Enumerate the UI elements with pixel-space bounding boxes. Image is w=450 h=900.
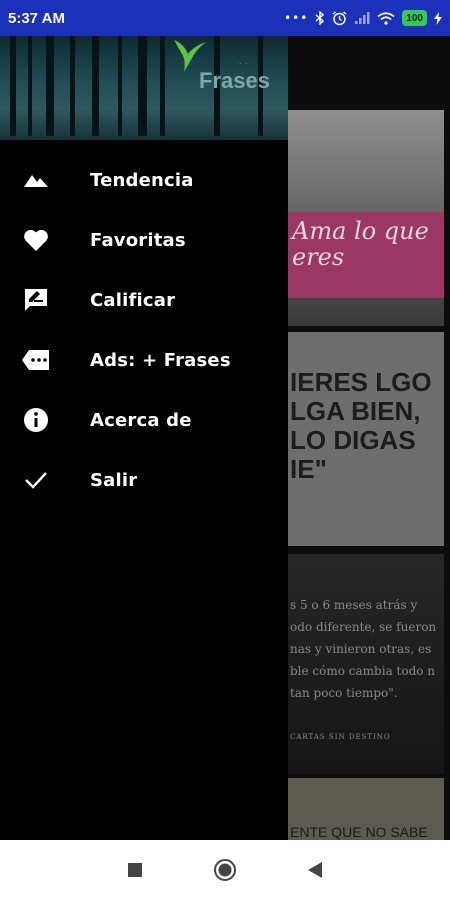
quote-card[interactable]: Ama lo que eres [288,110,444,326]
rate-review-icon [20,284,52,316]
menu-item-label: Favoritas [90,229,186,251]
menu-item-acerca-de[interactable]: Acerca de [0,390,288,450]
header-tree [28,36,32,136]
menu-item-favoritas[interactable]: Favoritas [0,210,288,270]
menu-item-salir[interactable]: Salir [0,450,288,510]
ads-tag-icon [20,344,52,376]
menu-item-label: Acerca de [90,409,192,431]
header-tree [138,36,147,136]
status-bar: 5:37 AM ••• 100 [0,0,450,36]
quote-card-text: IERES LGO LGA BIEN, LO DIGAS IE" [290,367,432,484]
check-icon [20,464,52,496]
battery-icon: 100 [402,10,427,26]
header-tree [92,36,99,136]
back-button[interactable] [295,850,335,890]
home-icon [214,859,236,881]
alarm-icon [332,10,347,25]
navigation-drawer: · · Frases Tendencia Favoritas Calificar [0,36,288,840]
info-icon [20,404,52,436]
charging-icon [434,11,442,25]
menu-item-label: Tendencia [90,169,194,191]
quote-card[interactable]: s 5 o 6 meses atrás y odo diferente, se … [288,554,444,774]
drawer-menu: Tendencia Favoritas Calificar Ads: + Fra… [0,150,288,510]
quotes-feed[interactable]: Ama lo que eres IERES LGO LGA BIEN, LO D… [288,36,450,840]
menu-item-label: Calificar [90,289,176,311]
menu-item-label: Ads: + Frases [90,349,231,371]
bluetooth-icon [315,11,325,25]
menu-item-ads-frases[interactable]: Ads: + Frases [0,330,288,390]
header-tree [70,36,75,136]
header-logo-text: Frases [199,68,270,93]
header-tree [10,36,16,136]
status-icons: ••• 100 [284,10,442,26]
home-button[interactable] [205,850,245,890]
status-time: 5:37 AM [8,9,65,27]
system-nav-bar [0,840,450,900]
menu-item-calificar[interactable]: Calificar [0,270,288,330]
quote-card-text: Ama lo que eres [288,212,444,298]
quote-card-text: ENTE QUE NO SABE [290,824,428,840]
recents-icon [128,863,142,877]
trending-icon [20,164,52,196]
menu-item-tendencia[interactable]: Tendencia [0,150,288,210]
signal-icon [355,11,370,24]
dots-icon: ••• [284,11,309,25]
back-icon [308,862,322,878]
quote-card-text: s 5 o 6 meses atrás y odo diferente, se … [290,598,437,700]
quote-card[interactable]: ENTE QUE NO SABE [288,778,444,840]
recents-button[interactable] [115,850,155,890]
header-tree [118,36,122,136]
header-tree [46,36,54,136]
heart-icon [20,224,52,256]
wifi-icon [377,11,395,25]
header-tree [160,36,165,136]
quote-card-footer: CARTAS SIN DESTINO [290,733,391,741]
drawer-header-image: · · Frases [0,36,288,140]
menu-item-label: Salir [90,469,138,491]
quote-card[interactable]: IERES LGO LGA BIEN, LO DIGAS IE" [288,332,444,546]
